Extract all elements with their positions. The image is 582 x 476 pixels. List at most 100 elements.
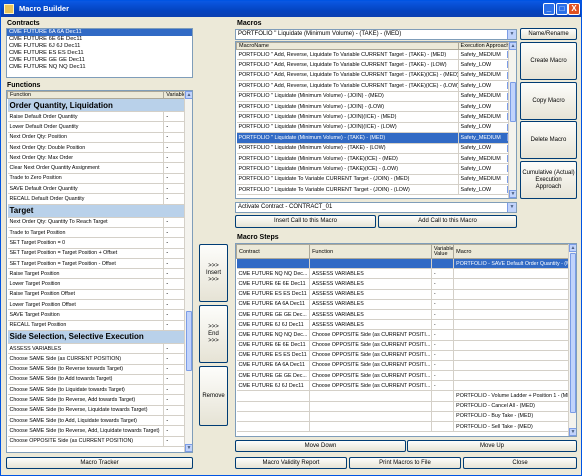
execution-approach-cell[interactable]: Safety_LOW▼ [458, 80, 516, 92]
macro-step-row[interactable]: CME FUTURE 6A 6A Dec11 ASSESS VARIABLES - [236, 299, 576, 310]
function-row[interactable]: Lower Default Order Quantity - [7, 121, 192, 133]
macro-row[interactable]: PORTFOLIO " Liquidate (Minimum Volume) -… [236, 101, 516, 113]
scroll-thumb[interactable] [570, 253, 576, 413]
macro-step-row[interactable]: CME FUTURE 6E 6E Dec11 Choose OPPOSITE Si… [236, 340, 576, 351]
function-row[interactable]: Lower Target Position Offset - [7, 299, 192, 311]
execution-approach-cell[interactable]: Safety_MEDIUM▼ [458, 70, 516, 82]
contract-list-item[interactable]: CME FUTURE NQ NQ Dec11 [7, 64, 192, 71]
macro-steps-table[interactable]: Contract Function Variable Value Macro P… [235, 243, 577, 437]
close-button[interactable]: Close [463, 457, 577, 469]
cumulative-execution-approach-button[interactable]: Cumulative (Actual) Execution Approach [520, 161, 577, 199]
function-section-header[interactable]: Target [7, 204, 192, 218]
function-row[interactable]: Next Order Qty: Double Position - [7, 142, 192, 154]
scroll-up-icon[interactable]: ▲ [569, 244, 576, 252]
execution-approach-cell[interactable]: Safety_LOW▼ [458, 184, 516, 196]
function-row[interactable]: ASSESS VARIABLES - [7, 343, 192, 355]
macro-step-row[interactable]: PORTFOLIO - Cancel All - (MED) [236, 401, 576, 412]
macros-table[interactable]: MacroName Execution Approach PORTFOLIO "… [235, 41, 517, 199]
insert-step-button[interactable]: >>> Insert >>> [199, 244, 228, 302]
function-row[interactable]: Choose SAME Side (to Add, Liquidate towa… [7, 415, 192, 427]
function-row[interactable]: Trade to Zero Position - [7, 173, 192, 185]
macro-step-row[interactable]: CME FUTURE ES ES Dec11 ASSESS VARIABLES - [236, 289, 576, 300]
move-up-button[interactable]: Move Up [407, 440, 577, 452]
function-row[interactable]: Next Order Qty: Max Order - [7, 152, 192, 164]
scroll-up-icon[interactable]: ▲ [185, 91, 192, 99]
macro-name-column-header[interactable]: MacroName [236, 42, 459, 50]
macro-steps-scrollbar[interactable]: ▲ ▼ [568, 244, 576, 436]
move-down-button[interactable]: Move Down [235, 440, 406, 452]
macro-row[interactable]: PORTFOLIO " Add, Reverse, Liquidate To V… [236, 49, 516, 61]
function-row[interactable]: Choose SAME Side (to Reverse, Liquidate … [7, 405, 192, 417]
scroll-down-icon[interactable]: ▼ [185, 444, 192, 452]
macro-step-row[interactable]: CME FUTURE 6J 6J Dec11 Choose OPPOSITE Si… [236, 380, 576, 392]
function-row[interactable]: Raise Target Position - [7, 268, 192, 280]
macro-step-row[interactable]: CME FUTURE NQ NQ Dec... ASSESS VARIABLES - [236, 268, 576, 280]
execution-approach-cell[interactable]: Safety_LOW▼ [458, 143, 516, 154]
execution-approach-cell[interactable]: Safety_LOW▼ [458, 59, 516, 71]
function-row[interactable]: SET Target Position = Target Position - … [7, 258, 192, 270]
macro-row[interactable]: PORTFOLIO " Liquidate (Minimum Volume) -… [236, 153, 516, 165]
execution-approach-cell[interactable]: Safety_MEDIUM▼ [458, 174, 516, 186]
function-row[interactable]: SAVE Default Order Quantity - [7, 183, 192, 195]
function-row[interactable]: Raise Target Position Offset - [7, 289, 192, 301]
execution-approach-cell[interactable]: Safety_MEDIUM▼ [458, 153, 516, 165]
execution-approach-cell[interactable]: Safety_MEDIUM▼ [458, 49, 516, 61]
name-rename-button[interactable]: Name/Rename [520, 28, 577, 40]
insert-call-button[interactable]: Insert Call to this Macro [235, 215, 376, 228]
macro-step-row[interactable]: CME FUTURE 6A 6A Dec11 Choose OPPOSITE Si… [236, 360, 576, 372]
macro-row[interactable]: PORTFOLIO " Add, Reverse, Liquidate To V… [236, 80, 516, 92]
macro-validity-report-button[interactable]: Macro Validity Report [235, 457, 347, 469]
execution-approach-cell[interactable]: Safety_LOW▼ [458, 101, 516, 113]
delete-macro-button[interactable]: Delete Macro [520, 121, 577, 159]
macro-row[interactable]: PORTFOLIO " Liquidate (Minimum Volume) -… [236, 163, 516, 175]
scroll-thumb[interactable] [510, 82, 516, 122]
execution-approach-column-header[interactable]: Execution Approach [457, 42, 516, 50]
functions-scrollbar[interactable]: ▲ ▼ [184, 91, 192, 452]
scroll-thumb[interactable] [186, 311, 192, 371]
function-row[interactable]: SAVE Target Position - [7, 309, 192, 321]
macro-row[interactable]: PORTFOLIO " Add, Reverse, Liquidate To V… [236, 70, 516, 82]
minimize-button[interactable]: _ [543, 3, 555, 15]
contract-list-item[interactable]: CME FUTURE 6A 6A Dec11 [7, 29, 192, 36]
function-column-header[interactable]: Function [309, 244, 432, 259]
function-row[interactable]: Choose SAME Side (to Reverse, Add toward… [7, 394, 192, 406]
macro-row[interactable]: PORTFOLIO " Liquidate To Variable CURREN… [236, 184, 516, 196]
function-row[interactable]: SET Target Position = Target Position + … [7, 248, 192, 259]
print-macros-button[interactable]: Print Macros to File [349, 457, 461, 469]
macro-step-row[interactable]: CME FUTURE 6J 6J Dec11 ASSESS VARIABLES - [236, 319, 576, 331]
macro-step-row[interactable]: CME FUTURE ES ES Dec11 Choose OPPOSITE Si… [236, 350, 576, 361]
macro-step-row[interactable]: CME FUTURE GE GE Dec... Choose OPPOSITE S… [236, 370, 576, 382]
contract-list-item[interactable]: CME FUTURE ES ES Dec11 [7, 50, 192, 57]
execution-approach-cell[interactable]: Safety_MEDIUM▼ [458, 111, 516, 123]
macro-step-row[interactable]: CME FUTURE NQ NQ Dec... Choose OPPOSITE S… [236, 329, 576, 341]
function-section-header[interactable]: Order Quantity, Liquidation [7, 98, 192, 112]
chevron-down-icon[interactable]: ▼ [507, 30, 516, 39]
end-step-button[interactable]: >>> End >>> [199, 305, 228, 363]
maximize-button[interactable]: □ [556, 3, 568, 15]
execution-approach-cell[interactable]: Safety_MEDIUM▼ [458, 91, 516, 102]
macro-row[interactable]: PORTFOLIO " Add, Reverse, Liquidate To V… [236, 59, 516, 71]
macro-step-row[interactable]: PORTFOLIO - Buy Take - (MED) [236, 411, 576, 423]
scroll-down-icon[interactable]: ▼ [509, 190, 516, 198]
contract-list-item[interactable]: CME FUTURE 6E 6E Dec11 [7, 36, 192, 43]
contract-list-item[interactable]: CME FUTURE GE GE Dec11 [7, 57, 192, 64]
macro-select[interactable]: PORTFOLIO " Liquidate (Minimum Volume) -… [235, 29, 517, 40]
activate-contract-select[interactable]: Activate Contract - CONTRACT_01 ▼ [235, 202, 517, 213]
variable-value-column-header[interactable]: Variable Value [430, 244, 455, 259]
function-row[interactable]: Choose OPPOSITE Side (as CURRENT POSITIO… [7, 436, 192, 447]
function-row[interactable]: Trade to Target Position - [7, 227, 192, 239]
function-row[interactable]: SET Target Position = 0- [7, 237, 192, 249]
function-row[interactable]: Choose SAME Side (to Reverse towards Tar… [7, 364, 192, 375]
contract-column-header[interactable]: Contract [236, 244, 311, 259]
execution-approach-cell[interactable]: Safety_LOW▼ [458, 163, 516, 175]
chevron-down-icon[interactable]: ▼ [507, 203, 516, 212]
function-row[interactable]: RECALL Default Order Quantity - [7, 193, 192, 205]
function-row[interactable]: Raise Default Order Quantity - [7, 111, 192, 123]
macros-scrollbar[interactable]: ▲ ▼ [508, 42, 516, 198]
function-row[interactable]: Choose SAME Side (as CURRENT POSITION) - [7, 353, 192, 365]
create-macro-button[interactable]: Create Macro [520, 42, 577, 80]
function-row[interactable]: Choose SAME Side (to Liquidate towards T… [7, 384, 192, 396]
macro-step-row[interactable]: PORTFOLIO - Volume Ladder + Position 1 -… [236, 390, 576, 402]
macro-row[interactable]: PORTFOLIO " Liquidate (Minimum Volume) -… [236, 111, 516, 123]
contracts-list[interactable]: CME FUTURE 6A 6A Dec11 CME FUTURE 6E 6E D… [6, 28, 193, 78]
